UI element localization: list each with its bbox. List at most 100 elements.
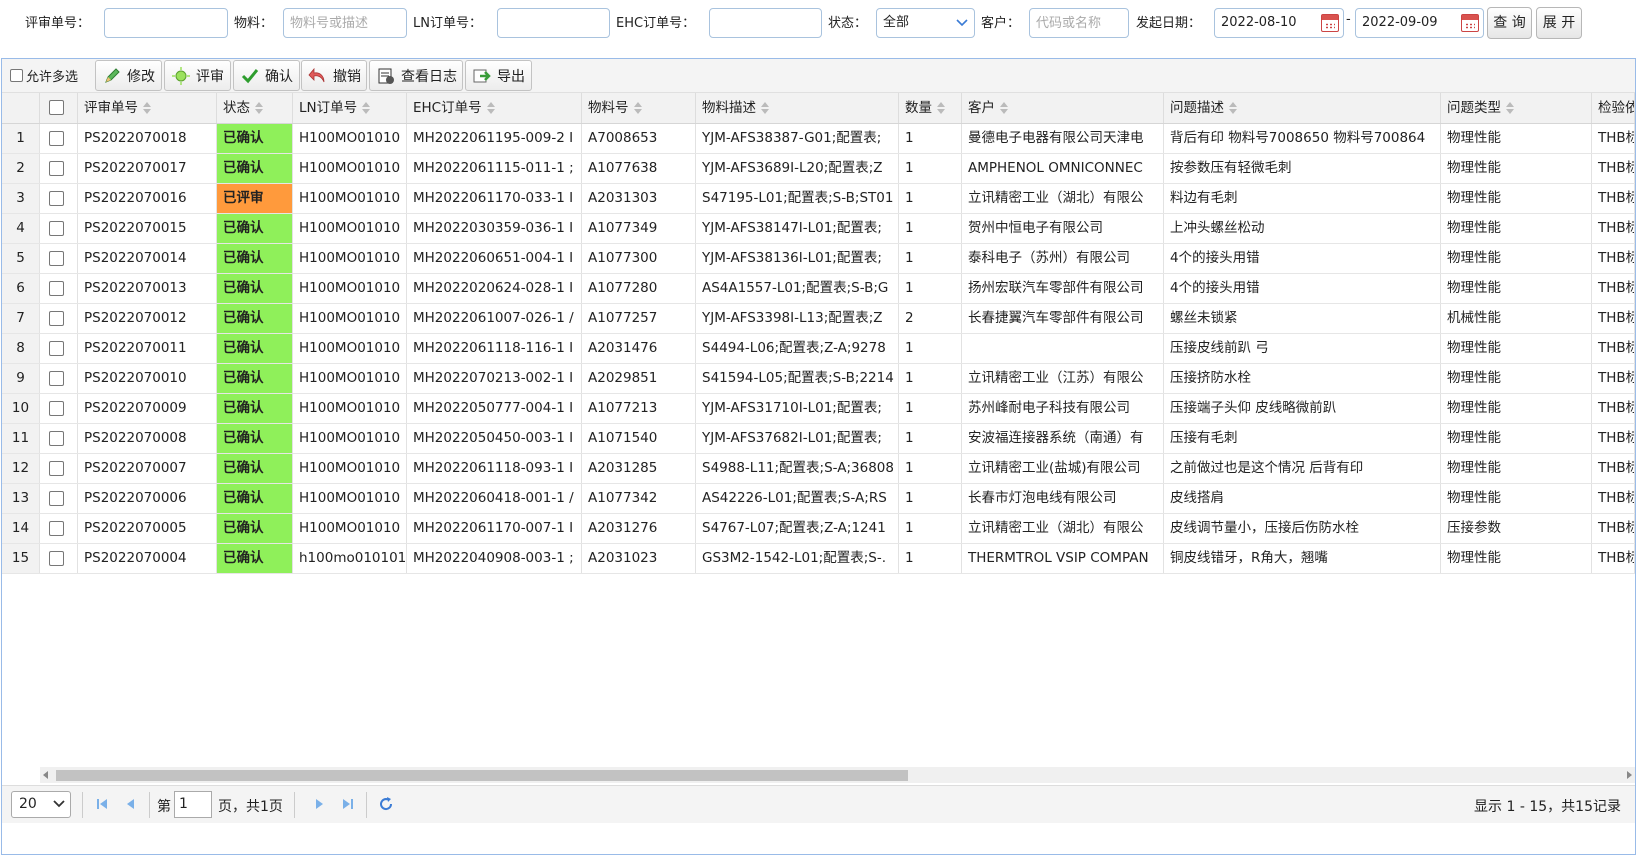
row-select-cell[interactable]	[40, 124, 78, 153]
select-all-header[interactable]	[40, 93, 78, 123]
scroll-right-arrow[interactable]	[1627, 771, 1632, 779]
review-no-input[interactable]	[104, 8, 228, 38]
table-row[interactable]: 10 PS2022070009 已确认 H100MO01010 MH2022050777…	[2, 394, 1635, 424]
column-header[interactable]: 问题类型	[1441, 93, 1592, 123]
column-header[interactable]: 物料号	[582, 93, 696, 123]
revoke-button[interactable]: 撤销	[301, 60, 367, 91]
row-checkbox[interactable]	[49, 281, 64, 296]
customer-input[interactable]	[1029, 8, 1129, 38]
row-select-cell[interactable]	[40, 364, 78, 393]
row-checkbox[interactable]	[49, 161, 64, 176]
row-checkbox[interactable]	[49, 341, 64, 356]
row-checkbox[interactable]	[49, 191, 64, 206]
edit-button[interactable]: 修改	[95, 60, 162, 91]
view-log-button[interactable]: 查看日志	[369, 60, 463, 91]
row-checkbox[interactable]	[49, 221, 64, 236]
status-select[interactable]: 全部	[876, 8, 975, 38]
export-button[interactable]: 导出	[465, 60, 532, 91]
page-number-input[interactable]: 1	[174, 791, 212, 818]
checkbox-box[interactable]	[10, 69, 23, 82]
row-select-cell[interactable]	[40, 514, 78, 543]
sort-icon	[937, 102, 945, 114]
row-checkbox[interactable]	[49, 371, 64, 386]
row-checkbox[interactable]	[49, 401, 64, 416]
row-select-cell[interactable]	[40, 424, 78, 453]
expand-button[interactable]: 展 开	[1536, 7, 1582, 39]
table-row[interactable]: 8 PS2022070011 已确认 H100MO01010 MH2022061118-…	[2, 334, 1635, 364]
row-select-cell[interactable]	[40, 184, 78, 213]
table-row[interactable]: 13 PS2022070006 已确认 H100MO01010 MH2022060418…	[2, 484, 1635, 514]
cell-inspection-basis: THB标	[1592, 424, 1635, 453]
column-header[interactable]: 评审单号	[78, 93, 217, 123]
row-checkbox[interactable]	[49, 551, 64, 566]
query-button[interactable]: 查 询	[1487, 7, 1532, 39]
prev-page-icon[interactable]	[122, 796, 138, 812]
cell-ehc-order: MH2022061118-116-1 I	[407, 334, 582, 363]
ehc-order-input[interactable]	[709, 8, 822, 38]
refresh-icon[interactable]	[378, 796, 394, 812]
row-select-cell[interactable]	[40, 274, 78, 303]
column-header[interactable]: EHC订单号	[407, 93, 582, 123]
row-select-cell[interactable]	[40, 154, 78, 183]
table-row[interactable]: 4 PS2022070015 已确认 H100MO01010 MH2022030359-…	[2, 214, 1635, 244]
material-input[interactable]	[283, 8, 407, 38]
cell-material-desc: YJM-AFS3398I-L13;配置表;Z	[696, 304, 899, 333]
cell-status: 已确认	[217, 334, 293, 363]
row-checkbox[interactable]	[49, 131, 64, 146]
row-select-cell[interactable]	[40, 304, 78, 333]
row-select-cell[interactable]	[40, 484, 78, 513]
table-row[interactable]: 1 PS2022070018 已确认 H100MO01010 MH2022061195-…	[2, 124, 1635, 154]
cell-customer: 泰科电子（苏州）有限公司	[962, 244, 1164, 273]
next-page-icon[interactable]	[312, 796, 328, 812]
column-header[interactable]: LN订单号	[293, 93, 407, 123]
row-checkbox[interactable]	[49, 311, 64, 326]
row-select-cell[interactable]	[40, 244, 78, 273]
row-checkbox[interactable]	[49, 521, 64, 536]
table-row[interactable]: 7 PS2022070012 已确认 H100MO01010 MH2022061007-…	[2, 304, 1635, 334]
row-checkbox[interactable]	[49, 431, 64, 446]
table-row[interactable]: 14 PS2022070005 已确认 H100MO01010 MH2022061170…	[2, 514, 1635, 544]
table-row[interactable]: 2 PS2022070017 已确认 H100MO01010 MH2022061115-…	[2, 154, 1635, 184]
date-from-input[interactable]: 2022-08-10	[1214, 8, 1344, 38]
row-select-cell[interactable]	[40, 454, 78, 483]
ln-order-input[interactable]	[497, 8, 610, 38]
scrollbar-thumb[interactable]	[56, 770, 908, 781]
row-select-cell[interactable]	[40, 394, 78, 423]
select-all-checkbox[interactable]	[49, 100, 64, 115]
horizontal-scrollbar[interactable]	[40, 767, 1635, 783]
calendar-icon[interactable]	[1461, 14, 1479, 32]
cell-inspection-basis: THB标	[1592, 304, 1635, 333]
column-header[interactable]: 客户	[962, 93, 1164, 123]
column-header[interactable]: 问题描述	[1164, 93, 1441, 123]
scroll-left-arrow[interactable]	[43, 771, 48, 779]
table-row[interactable]: 12 PS2022070007 已确认 H100MO01010 MH2022061118…	[2, 454, 1635, 484]
table-row[interactable]: 9 PS2022070010 已确认 H100MO01010 MH2022070213-…	[2, 364, 1635, 394]
table-row[interactable]: 11 PS2022070008 已确认 H100MO01010 MH2022050450…	[2, 424, 1635, 454]
column-header[interactable]: 检验依	[1592, 93, 1635, 123]
calendar-icon[interactable]	[1321, 14, 1339, 32]
chevron-down-icon	[53, 800, 65, 808]
confirm-button[interactable]: 确认	[233, 60, 300, 91]
table-row[interactable]: 5 PS2022070014 已确认 H100MO01010 MH2022060651-…	[2, 244, 1635, 274]
date-to-input[interactable]: 2022-09-09	[1355, 8, 1484, 38]
row-checkbox[interactable]	[49, 461, 64, 476]
table-row[interactable]: 15 PS2022070004 已确认 h100mo0101010 MH20220409…	[2, 544, 1635, 574]
cell-material-desc: YJM-AFS38136I-L01;配置表;	[696, 244, 899, 273]
first-page-icon[interactable]	[94, 796, 110, 812]
page-size-select[interactable]: 20	[11, 791, 71, 818]
column-header[interactable]: 状态	[217, 93, 293, 123]
row-select-cell[interactable]	[40, 544, 78, 573]
review-no-label: 评审单号：	[25, 16, 91, 31]
table-row[interactable]: 6 PS2022070013 已确认 H100MO01010 MH2022020624-…	[2, 274, 1635, 304]
row-checkbox[interactable]	[49, 491, 64, 506]
multi-select-checkbox[interactable]: 允许多选	[10, 66, 78, 85]
column-header[interactable]: 数量	[899, 93, 962, 123]
date-to-value: 2022-09-09	[1362, 15, 1438, 30]
table-row[interactable]: 3 PS2022070016 已评审 H100MO01010 MH2022061170-…	[2, 184, 1635, 214]
row-select-cell[interactable]	[40, 334, 78, 363]
row-select-cell[interactable]	[40, 214, 78, 243]
review-button[interactable]: 评审	[164, 60, 231, 91]
last-page-icon[interactable]	[340, 796, 356, 812]
row-checkbox[interactable]	[49, 251, 64, 266]
column-header[interactable]: 物料描述	[696, 93, 899, 123]
